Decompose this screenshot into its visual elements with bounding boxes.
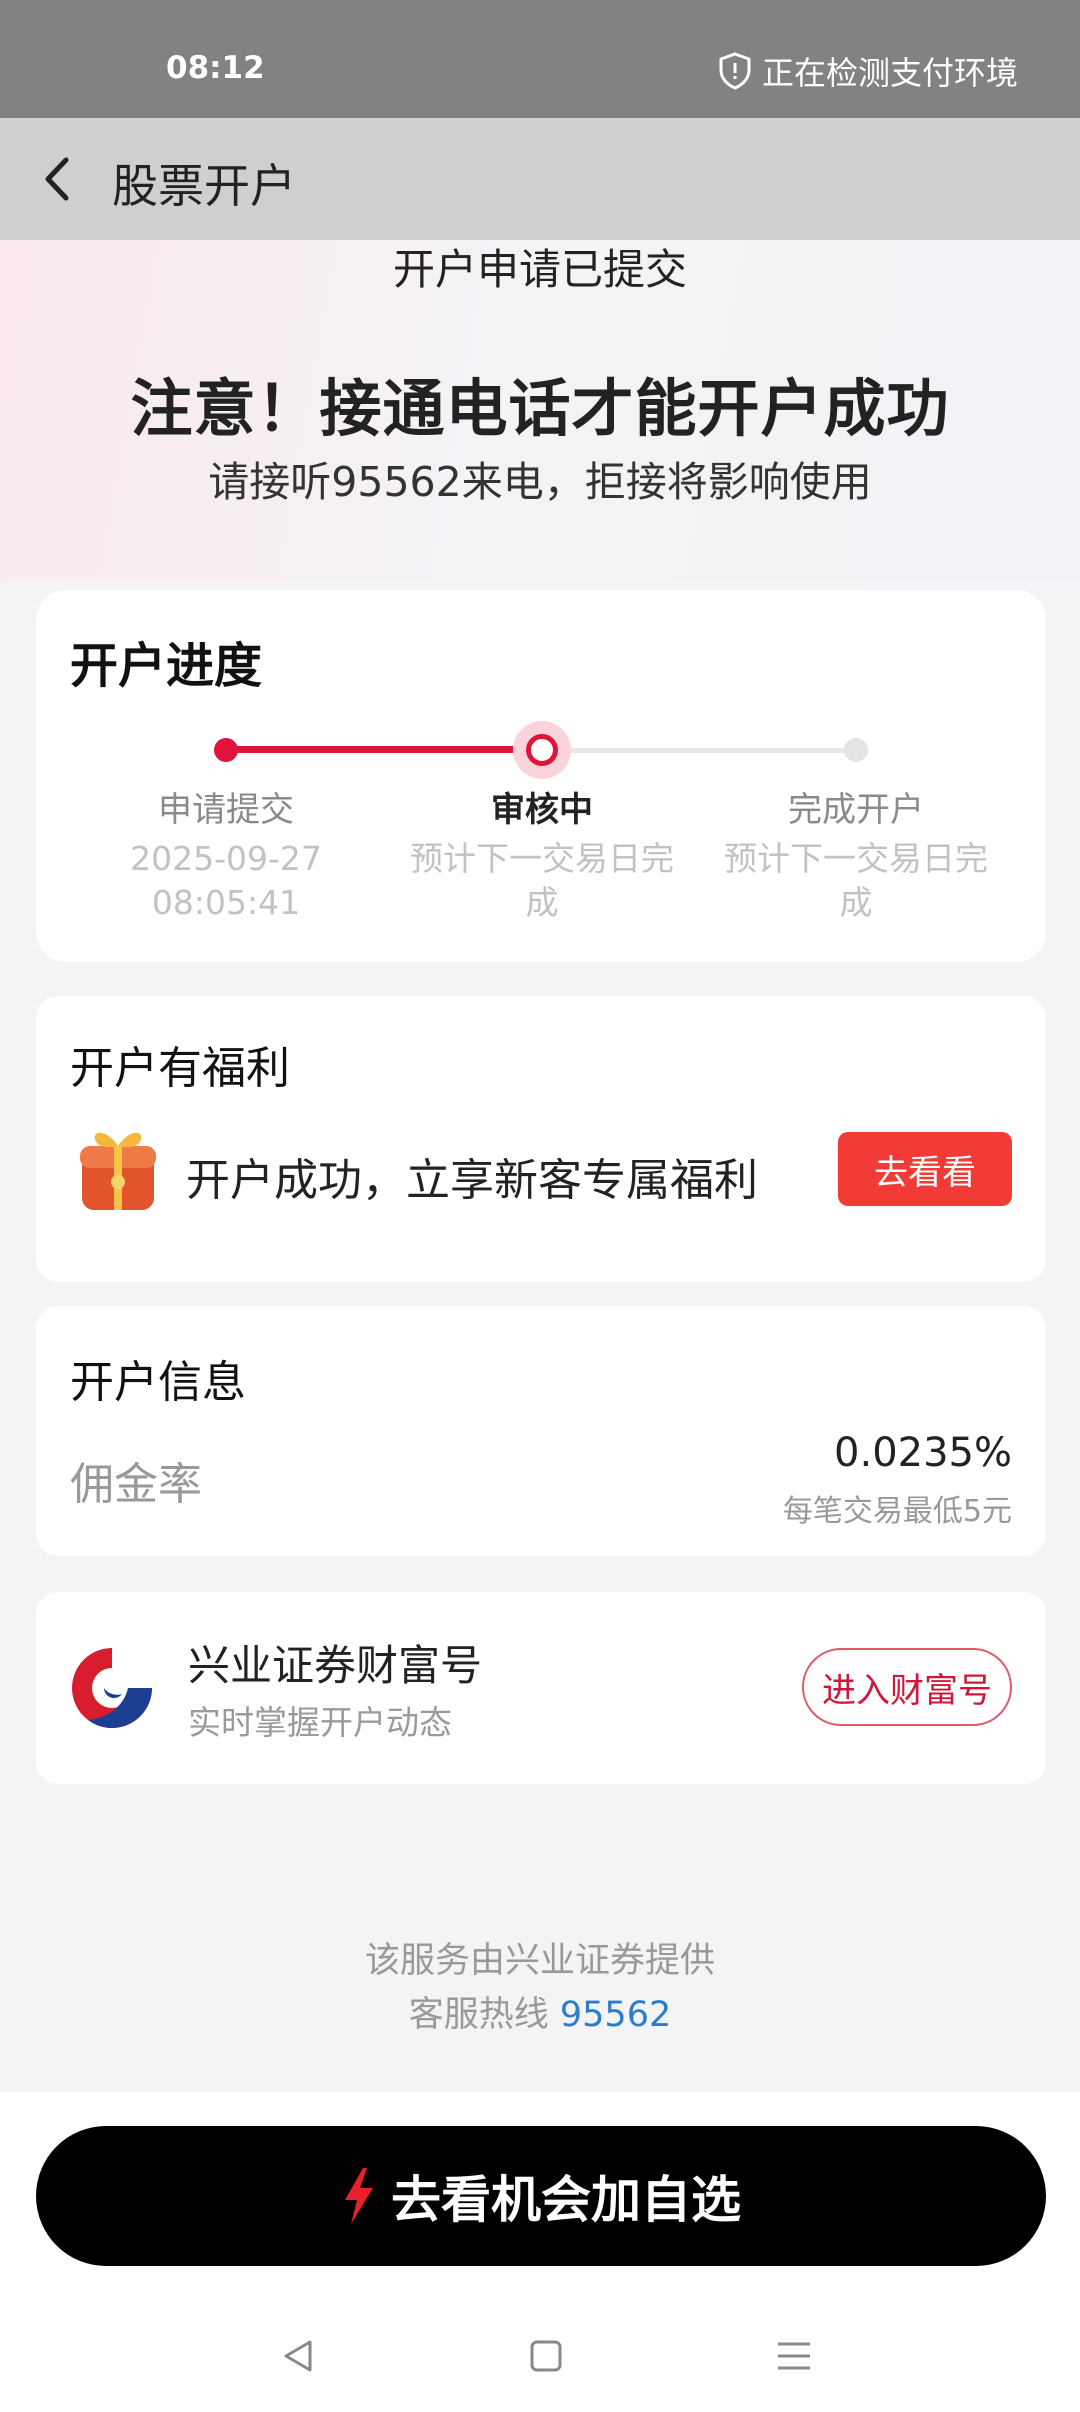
welfare-text: 开户成功，立享新客专属福利	[186, 1155, 758, 1206]
gift-icon	[80, 1132, 156, 1210]
step-estimate: 预计下一交易日完	[410, 839, 674, 878]
step-estimate-cont: 成	[839, 883, 873, 922]
nav-bar: 股票开户	[0, 118, 1080, 240]
submitted-subtitle: 开户申请已提交	[392, 245, 687, 294]
step-time: 08:05:41	[151, 883, 301, 922]
page-title: 股票开户	[112, 159, 296, 213]
step-complete: 完成开户 预计下一交易日完 成	[706, 788, 1006, 926]
enter-wealth-button[interactable]: 进入财富号	[802, 1648, 1012, 1726]
progress-title: 开户进度	[70, 638, 263, 694]
commission-label: 佣金率	[70, 1459, 202, 1510]
step-label: 申请提交	[158, 790, 294, 830]
step-submitted: 申请提交 2025-09-27 08:05:41	[76, 788, 376, 926]
info-title: 开户信息	[70, 1357, 246, 1408]
step-label: 审核中	[491, 790, 593, 830]
step-label: 完成开户	[788, 790, 924, 830]
notice-description: 请接听95562来电，拒接将影响使用	[208, 458, 872, 506]
service-provider-text: 该服务由兴业证券提供	[364, 1941, 715, 1981]
step-reviewing: 审核中 预计下一交易日完 成	[392, 788, 692, 926]
status-time: 08:12	[166, 50, 265, 86]
step-estimate-cont: 成	[525, 883, 559, 922]
hotline-label: 客服热线	[408, 1995, 560, 2035]
system-home-icon[interactable]	[526, 2336, 566, 2376]
wealth-account-title: 兴业证券财富号	[188, 1641, 483, 1690]
industrial-securities-logo	[70, 1646, 154, 1730]
commission-note: 每笔交易最低5元	[782, 1494, 1012, 1529]
system-menu-icon[interactable]	[774, 2336, 814, 2376]
welfare-title: 开户有福利	[70, 1043, 290, 1094]
hotline-text: 客服热线 95562	[0, 1986, 1080, 2037]
add-watchlist-button[interactable]: 去看机会加自选	[36, 2126, 1046, 2266]
step-dot-pending	[844, 738, 868, 762]
system-back-icon[interactable]	[278, 2336, 318, 2376]
commission-value: 0.0235%	[834, 1430, 1012, 1476]
step-date: 2025-09-27	[130, 839, 322, 878]
step-estimate: 预计下一交易日完	[724, 839, 988, 878]
account-info-card: 开户信息 佣金率 0.0235% 每笔交易最低5元	[36, 1306, 1046, 1556]
view-welfare-button[interactable]: 去看看	[838, 1132, 1012, 1206]
step-dot-active	[526, 734, 558, 766]
step-dot-done	[214, 738, 238, 762]
add-watchlist-label: 去看机会加自选	[391, 2171, 741, 2229]
wealth-account-card[interactable]: 兴业证券财富号 实时掌握开户动态 进入财富号	[36, 1592, 1046, 1784]
wealth-account-subtitle: 实时掌握开户动态	[188, 1703, 452, 1742]
welfare-card: 开户有福利 开户成功，立享新客专属福利 去看看	[36, 996, 1046, 1282]
hotline-number[interactable]: 95562	[560, 1995, 671, 2035]
status-bar: 08:12 正在检测支付环境	[0, 0, 1080, 118]
back-arrow-icon[interactable]	[38, 156, 78, 202]
progress-track-filled	[226, 746, 541, 753]
notice-title: 注意！接通电话才能开户成功	[130, 372, 950, 445]
lightning-icon	[345, 2168, 373, 2224]
status-text: 正在检测支付环境	[761, 54, 1018, 92]
shield-icon	[719, 52, 751, 90]
status-indicator: 正在检测支付环境	[718, 48, 1018, 94]
progress-card: 开户进度 申请提交 2025-09-27 08:05:41 审核中 预计下一交易…	[36, 590, 1046, 962]
